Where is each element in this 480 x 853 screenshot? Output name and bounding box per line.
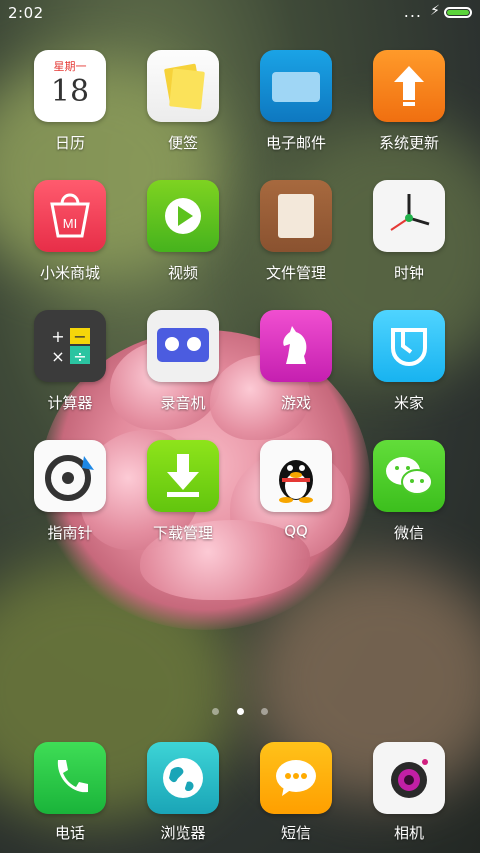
app-label: 下载管理 [152, 524, 213, 542]
phone-handset-icon [34, 742, 106, 814]
app-notes[interactable]: 便签 [128, 50, 238, 153]
steering-wheel-icon [34, 440, 106, 512]
signal-dots-icon: ... [403, 2, 422, 21]
dock-browser[interactable]: 浏览器 [128, 742, 238, 843]
status-bar: 2:02 ... ⚡ [0, 0, 480, 28]
app-clock[interactable]: 时钟 [354, 180, 464, 283]
app-label: 游戏 [280, 394, 311, 412]
calculator-icon: + − × ÷ [34, 310, 106, 382]
app-email[interactable]: 电子邮件 [241, 50, 351, 153]
app-file-manager[interactable]: 文件管理 [241, 180, 351, 283]
page-dot[interactable] [260, 708, 268, 715]
wechat-bubbles-icon [373, 440, 445, 512]
file-folder-icon [260, 180, 332, 252]
calendar-day: 18 [50, 74, 90, 109]
app-label: 指南针 [47, 524, 93, 542]
email-icon [260, 50, 332, 122]
app-games[interactable]: 游戏 [241, 310, 351, 413]
app-label: 便签 [167, 134, 198, 152]
cassette-icon [147, 310, 219, 382]
calendar-weekday: 星期一 [53, 60, 87, 73]
app-label: 短信 [280, 824, 311, 842]
app-calculator[interactable]: + − × ÷ 计算器 [15, 310, 125, 413]
app-label: 微信 [393, 524, 424, 542]
download-arrow-icon [147, 440, 219, 512]
app-qq[interactable]: QQ [241, 440, 351, 540]
app-mi-home[interactable]: 米家 [354, 310, 464, 413]
video-play-icon [147, 180, 219, 252]
update-arrow-icon [373, 50, 445, 122]
app-system-update[interactable]: 系统更新 [354, 50, 464, 153]
penguin-icon [260, 440, 332, 512]
page-dot[interactable] [212, 708, 220, 715]
app-wechat[interactable]: 微信 [354, 440, 464, 543]
app-calendar[interactable]: 星期一 18 日历 [15, 50, 125, 153]
app-label: QQ [284, 522, 308, 540]
app-label: 文件管理 [265, 264, 326, 282]
app-label: 电子邮件 [265, 134, 326, 152]
app-recorder[interactable]: 录音机 [128, 310, 238, 413]
calc-times: × [51, 347, 64, 366]
app-label: 视频 [167, 264, 198, 282]
app-compass[interactable]: 指南针 [15, 440, 125, 543]
battery-icon [444, 7, 472, 18]
app-label: 计算器 [47, 394, 93, 412]
globe-icon [147, 742, 219, 814]
camera-lens-icon [373, 742, 445, 814]
calendar-icon: 星期一 18 [34, 50, 106, 122]
notes-icon [147, 50, 219, 122]
page-dot-active[interactable] [236, 708, 244, 715]
app-video[interactable]: 视频 [128, 180, 238, 283]
calc-plus: + [51, 327, 64, 346]
chess-knight-icon [260, 310, 332, 382]
app-label: 录音机 [160, 394, 206, 412]
app-label: 系统更新 [378, 134, 439, 152]
dock-phone[interactable]: 电话 [15, 742, 125, 843]
app-label: 电话 [54, 824, 85, 842]
mi-home-icon [373, 310, 445, 382]
charging-icon: ⚡ [430, 3, 440, 19]
dock-camera[interactable]: 相机 [354, 742, 464, 843]
app-mi-store[interactable]: MI 小米商城 [15, 180, 125, 283]
app-downloads[interactable]: 下载管理 [128, 440, 238, 543]
chat-bubble-icon [260, 742, 332, 814]
app-label: 小米商城 [39, 264, 100, 282]
app-label: 时钟 [393, 264, 424, 282]
app-label: 日历 [54, 134, 85, 152]
shopping-bag-icon: MI [34, 180, 106, 252]
mi-logo-text: MI [63, 216, 77, 231]
app-label: 相机 [393, 824, 424, 842]
app-label: 米家 [393, 394, 424, 412]
status-time: 2:02 [8, 4, 44, 22]
calc-divide: ÷ [73, 347, 86, 366]
calc-minus: − [73, 327, 86, 346]
clock-icon [373, 180, 445, 252]
dock-messages[interactable]: 短信 [241, 742, 351, 843]
page-indicator [0, 700, 480, 719]
app-label: 浏览器 [160, 824, 206, 842]
